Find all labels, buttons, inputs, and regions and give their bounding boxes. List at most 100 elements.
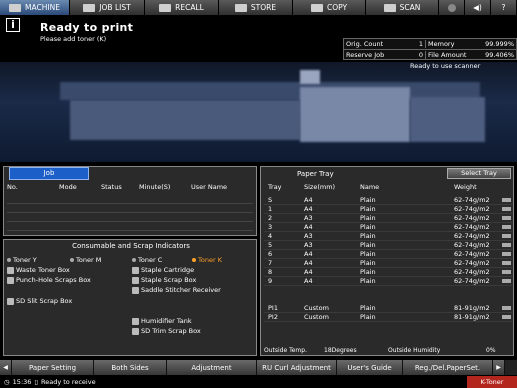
tray-row[interactable]: S A4 Plain 62-74g/m2 <box>264 196 512 205</box>
tray-row[interactable]: 1 A4 Plain 62-74g/m2 <box>264 205 512 214</box>
status-header: i Ready to print Please add toner (K) <box>0 15 517 43</box>
toner-c-icon <box>132 258 136 262</box>
tray-row[interactable]: 3 A4 Plain 62-74g/m2 <box>264 223 512 232</box>
scroll-right-button[interactable]: ▶ <box>493 360 505 375</box>
tray-tray: 8 <box>268 268 273 276</box>
paper-level-icon <box>502 198 511 202</box>
col-mode: Mode <box>59 183 77 191</box>
store-icon <box>234 3 247 12</box>
outside-humidity-label: Outside Humidity <box>388 347 441 354</box>
users-guide-button[interactable]: User's Guide <box>337 360 403 375</box>
reg-del-paper-set-button[interactable]: Reg./Del.PaperSet. <box>403 360 493 375</box>
tab-job-list[interactable]: JOB LIST <box>70 0 145 15</box>
waste-toner-icon <box>7 266 14 274</box>
outside-humidity-value: 0% <box>486 347 496 354</box>
toner-k-icon <box>192 258 196 262</box>
info-icon: i <box>6 18 20 32</box>
col-user-name: User Name <box>191 183 228 191</box>
humidifier-indicator: Humidifier Tank <box>132 317 192 325</box>
outside-temp-value: 18Degrees <box>324 347 357 354</box>
toner-k-indicator: Toner K <box>192 256 222 264</box>
job-tab[interactable]: Job <box>9 167 89 180</box>
tray-size: Custom <box>304 304 329 312</box>
tab-scan[interactable]: SCAN <box>366 0 439 15</box>
status-subtitle: Please add toner (K) <box>40 35 107 43</box>
machine-icon <box>9 3 22 12</box>
tray-size: A4 <box>304 259 313 267</box>
tab-job-list-label: JOB LIST <box>99 3 131 12</box>
tray-name: Plain <box>360 223 376 231</box>
tray-weight: 62-74g/m2 <box>454 241 490 249</box>
job-row[interactable] <box>7 213 253 222</box>
tray-row[interactable]: PI1 Custom Plain 81-91g/m2 <box>264 304 512 313</box>
paper-level-icon <box>502 243 511 247</box>
tray-row[interactable]: 8 A4 Plain 62-74g/m2 <box>264 268 512 277</box>
toner-y-icon <box>7 258 11 262</box>
tray-name: Plain <box>360 196 376 204</box>
ru-curl-adjustment-button[interactable]: RU Curl Adjustment <box>257 360 337 375</box>
speaker-icon: ◀) <box>473 3 482 12</box>
paper-level-icon <box>502 279 511 283</box>
tray-weight: 81-91g/m2 <box>454 313 490 321</box>
tray-weight: 81-91g/m2 <box>454 304 490 312</box>
reserve-job-value: 0 <box>404 50 426 59</box>
file-amount-label: File Amount <box>428 50 467 59</box>
col-no: No. <box>7 183 18 191</box>
job-row[interactable] <box>7 195 253 204</box>
tray-name: Plain <box>360 205 376 213</box>
tray-row[interactable]: 2 A3 Plain 62-74g/m2 <box>264 214 512 223</box>
col-minute: Minute(S) <box>139 183 171 191</box>
paper-setting-button[interactable]: Paper Setting <box>12 360 94 375</box>
tray-weight: 62-74g/m2 <box>454 277 490 285</box>
tray-size: A4 <box>304 205 313 213</box>
select-tray-button[interactable]: Select Tray <box>447 168 511 179</box>
job-row[interactable] <box>7 222 253 231</box>
environment-footer: Outside Temp. 18Degrees Outside Humidity… <box>264 347 512 356</box>
tray-row[interactable]: 6 A4 Plain 62-74g/m2 <box>264 250 512 259</box>
tray-table-header: Tray Size(mm) Name Weight <box>268 183 477 191</box>
tray-weight: 62-74g/m2 <box>454 214 490 222</box>
saddle-stitcher-indicator: Saddle Stitcher Receiver <box>132 286 221 294</box>
tray-row[interactable]: PI2 Custom Plain 81-91g/m2 <box>264 313 512 322</box>
bottom-button-bar: ◀ Paper Setting Both Sides Adjustment RU… <box>0 360 517 375</box>
power-save-button[interactable] <box>439 0 465 15</box>
tab-recall[interactable]: RECALL <box>145 0 219 15</box>
counter-panel: Orig. Count 1 Memory 99.999% Reserve Job… <box>343 38 517 60</box>
adjustment-button[interactable]: Adjustment <box>167 360 257 375</box>
tray-tray: 1 <box>268 205 273 213</box>
scroll-left-button[interactable]: ◀ <box>0 360 12 375</box>
job-list-icon <box>83 3 96 12</box>
toner-c-indicator: Toner C <box>132 256 162 264</box>
chevron-right-icon: ▶ <box>496 364 501 371</box>
paper-level-icon <box>502 261 511 265</box>
k-toner-notice[interactable]: K-Toner <box>467 376 517 388</box>
sd-trim-indicator: SD Trim Scrap Box <box>132 327 201 335</box>
tab-store[interactable]: STORE <box>219 0 293 15</box>
tray-row[interactable]: 9 A4 Plain 62-74g/m2 <box>264 277 512 286</box>
tray-row[interactable]: 4 A3 Plain 62-74g/m2 <box>264 232 512 241</box>
paper-level-icon <box>502 270 511 274</box>
tray-size: Custom <box>304 313 329 321</box>
paper-level-icon <box>502 216 511 220</box>
tab-machine[interactable]: MACHINE <box>0 0 70 15</box>
tray-row[interactable]: 5 A3 Plain 62-74g/m2 <box>264 241 512 250</box>
scanner-status: Ready to use scanner <box>410 62 481 70</box>
consumables-title: Consumable and Scrap Indicators <box>72 242 190 250</box>
tab-copy[interactable]: COPY <box>293 0 366 15</box>
volume-button[interactable]: ◀) <box>465 0 491 15</box>
clock-icon: ◷ <box>4 378 10 386</box>
help-button[interactable]: ? <box>491 0 517 15</box>
tray-weight: 62-74g/m2 <box>454 223 490 231</box>
tray-tray: PI1 <box>268 304 278 312</box>
tray-weight: 62-74g/m2 <box>454 268 490 276</box>
sd-trim-icon <box>132 327 139 335</box>
punch-hole-icon <box>7 276 14 284</box>
job-row[interactable] <box>7 204 253 213</box>
copy-icon <box>310 3 323 12</box>
tray-name: Plain <box>360 277 376 285</box>
tray-name: Plain <box>360 313 376 321</box>
tray-weight: 62-74g/m2 <box>454 196 490 204</box>
sd-slit-indicator: SD Slit Scrap Box <box>7 297 72 305</box>
both-sides-button[interactable]: Both Sides <box>94 360 167 375</box>
tray-row[interactable]: 7 A4 Plain 62-74g/m2 <box>264 259 512 268</box>
